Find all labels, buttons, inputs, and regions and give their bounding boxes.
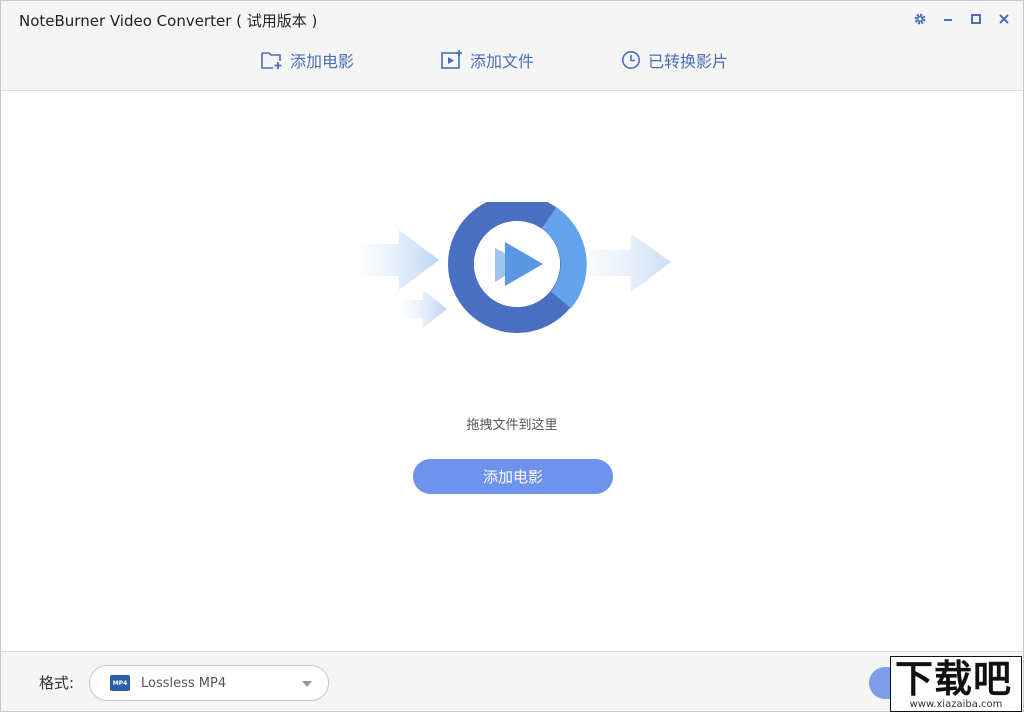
watermark-logo: 下载吧 bbox=[895, 657, 1013, 701]
add-movie-tool[interactable]: 添加电影 bbox=[261, 45, 354, 75]
close-icon bbox=[999, 14, 1009, 24]
clock-icon bbox=[622, 51, 640, 69]
add-movie-button[interactable]: 添加电影 bbox=[413, 459, 613, 494]
header: NoteBurner Video Converter ( 试用版本 ) 添加电影… bbox=[1, 1, 1023, 91]
drop-hint: 拖拽文件到这里 bbox=[466, 418, 558, 433]
maximize-button[interactable] bbox=[967, 10, 985, 28]
video-add-icon bbox=[441, 50, 462, 69]
site-watermark: 下载吧 www.xiazaiba.com bbox=[890, 656, 1022, 712]
close-button[interactable] bbox=[995, 10, 1013, 28]
add-movie-label: 添加电影 bbox=[290, 52, 355, 71]
format-value: Lossless MP4 bbox=[141, 675, 227, 691]
format-label: 格式: bbox=[39, 674, 75, 692]
add-file-label: 添加文件 bbox=[470, 52, 535, 71]
gear-icon bbox=[914, 13, 926, 25]
converted-tool[interactable]: 已转换影片 bbox=[621, 45, 728, 75]
left-arrow-top bbox=[357, 230, 439, 290]
folder-add-icon bbox=[261, 52, 282, 69]
right-arrow bbox=[589, 234, 671, 292]
left-arrow-bottom bbox=[399, 290, 447, 328]
app-title: NoteBurner Video Converter ( 试用版本 ) bbox=[19, 12, 318, 30]
minimize-button[interactable] bbox=[939, 10, 957, 28]
maximize-icon bbox=[971, 14, 981, 24]
toolbar: 添加电影 添加文件 已转换影片 bbox=[1, 45, 1023, 75]
format-select[interactable]: MP4 Lossless MP4 bbox=[89, 665, 329, 701]
footer: 格式: MP4 Lossless MP4 bbox=[1, 651, 1023, 711]
window-controls bbox=[911, 10, 1013, 28]
minimize-icon bbox=[944, 19, 952, 21]
app-window: NoteBurner Video Converter ( 试用版本 ) 添加电影… bbox=[0, 0, 1024, 712]
add-file-tool[interactable]: 添加文件 bbox=[441, 45, 534, 75]
mp4-format-icon: MP4 bbox=[110, 675, 130, 691]
convert-illustration bbox=[357, 202, 671, 333]
drop-area[interactable]: 拖拽文件到这里 添加电影 bbox=[1, 92, 1023, 650]
chevron-down-icon bbox=[302, 681, 312, 687]
converted-label: 已转换影片 bbox=[648, 52, 729, 71]
settings-button[interactable] bbox=[911, 10, 929, 28]
watermark-url: www.xiazaiba.com bbox=[909, 699, 1003, 710]
